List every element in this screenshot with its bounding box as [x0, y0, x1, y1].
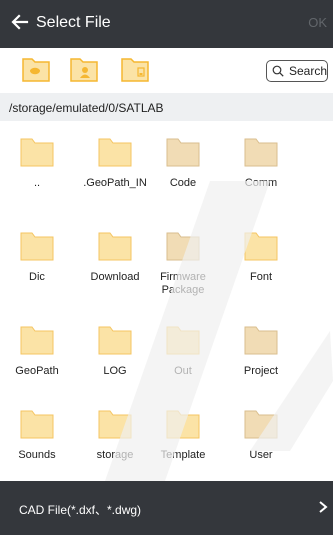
folder-icon: [98, 232, 132, 261]
folder-icon: [20, 326, 54, 355]
folder-user-icon[interactable]: [70, 56, 98, 82]
file-type-label: CAD File(*.dxf、*.dwg): [19, 503, 142, 517]
folder-item[interactable]: Comm: [221, 121, 301, 211]
folder-icon: [244, 138, 278, 167]
folder-label: Out: [174, 365, 192, 377]
search-button[interactable]: Search: [266, 60, 328, 82]
folder-label: Project: [243, 365, 279, 377]
back-arrow-icon[interactable]: [10, 12, 30, 32]
chevron-right-icon: [319, 501, 328, 513]
folder-item[interactable]: Template: [143, 393, 223, 483]
path-bar: /storage/emulated/0/SATLAB: [0, 93, 333, 121]
folder-icon: [20, 232, 54, 261]
folder-label: Template: [160, 449, 206, 461]
current-path: /storage/emulated/0/SATLAB: [9, 101, 164, 115]
folder-item[interactable]: Firmware Package: [143, 215, 223, 305]
search-label: Search: [289, 64, 328, 78]
folder-icon: [20, 410, 54, 439]
folder-item[interactable]: Out: [143, 309, 223, 399]
folder-icon: [98, 138, 132, 167]
folder-icon: [20, 138, 54, 167]
folder-label: GeoPath: [15, 365, 59, 377]
folder-cloud-icon[interactable]: [22, 56, 50, 82]
folder-item[interactable]: Code: [143, 121, 223, 211]
folder-item[interactable]: GeoPath: [0, 309, 77, 399]
folder-icon: [244, 410, 278, 439]
folder-label: Firmware Package: [160, 271, 206, 296]
folder-sdcard-icon[interactable]: [121, 56, 149, 82]
folder-icon: [244, 326, 278, 355]
search-icon: [272, 65, 284, 77]
folder-label: Code: [169, 177, 197, 189]
folder-item[interactable]: Project: [221, 309, 301, 399]
folder-icon: [98, 410, 132, 439]
folder-grid: .. .GeoPath_IN Code Comm Dic Download Firmware…: [0, 121, 333, 481]
folder-item[interactable]: Dic: [0, 215, 77, 305]
ok-button[interactable]: OK: [308, 15, 327, 30]
folder-label: User: [249, 449, 273, 461]
folder-icon: [166, 326, 200, 355]
folder-label: Sounds: [18, 449, 56, 461]
page-title: Select File: [36, 14, 111, 31]
folder-icon: [166, 138, 200, 167]
top-bar: Select File OK: [0, 0, 333, 48]
folder-icon: [98, 326, 132, 355]
folder-item[interactable]: User: [221, 393, 301, 483]
folder-icon: [244, 232, 278, 261]
folder-item[interactable]: ..: [0, 121, 77, 211]
folder-icon: [166, 410, 200, 439]
file-type-filter[interactable]: CAD File(*.dxf、*.dwg): [0, 481, 333, 535]
folder-label: ..: [33, 177, 41, 189]
folder-icon: [166, 232, 200, 261]
folder-item[interactable]: Font: [221, 215, 301, 305]
toolbar: Search: [0, 48, 333, 93]
folder-item[interactable]: Sounds: [0, 393, 77, 483]
folder-label: Font: [249, 271, 272, 283]
folder-label: Dic: [29, 271, 45, 283]
folder-label: Comm: [244, 177, 278, 189]
